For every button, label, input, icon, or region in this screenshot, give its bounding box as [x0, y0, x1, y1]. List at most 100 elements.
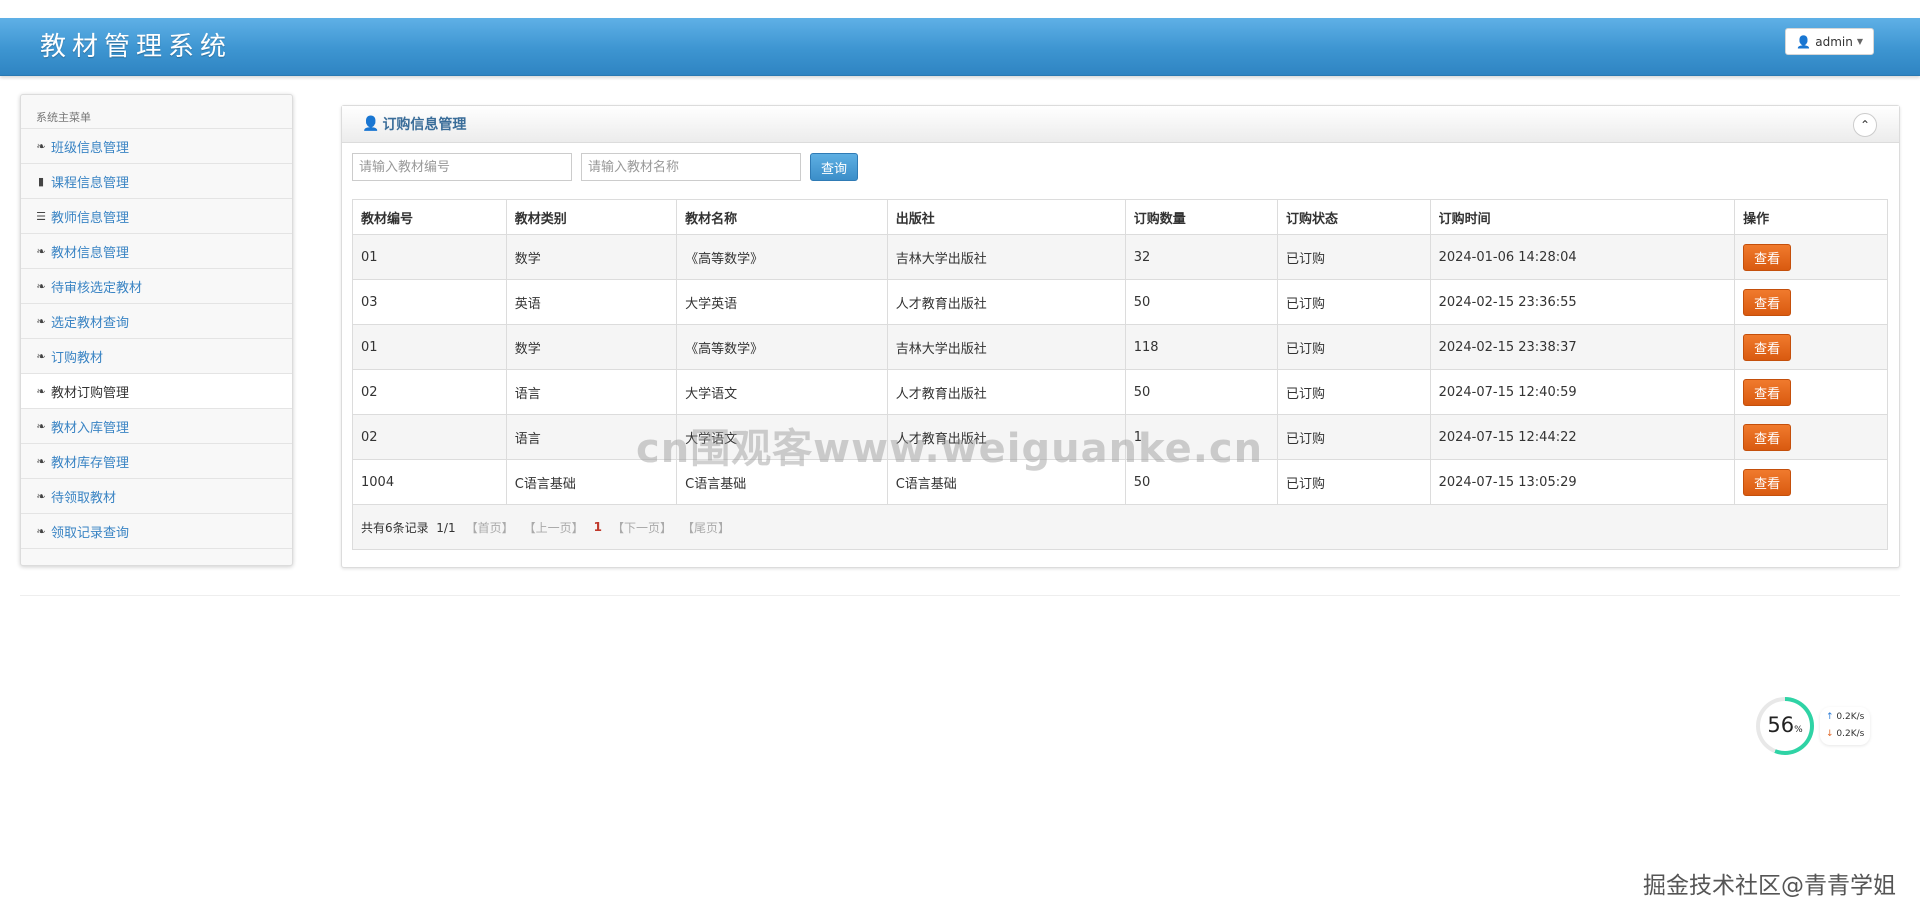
cell-qty: 50 — [1124, 279, 1279, 325]
center-watermark: cn围观客www.weiguanke.cn — [636, 426, 1264, 472]
cell-status: 已订购 — [1277, 459, 1431, 505]
orders-table: 教材编号 教材类别 教材名称 出版社 订购数量 订购状态 订购时间 操作 01 数学 《高等数学》… — [352, 199, 1888, 550]
list-icon: ☰ — [36, 209, 46, 223]
column-header: 订购时间 — [1429, 199, 1736, 235]
query-button[interactable]: 查询 — [810, 153, 858, 181]
cell-qty: 50 — [1124, 369, 1279, 415]
sidebar-item[interactable]: ❧ 待审核选定教材 — [21, 269, 292, 304]
view-button[interactable]: 查看 — [1743, 288, 1792, 316]
chevron-up-icon: ⌃ — [1859, 118, 1871, 132]
arrow-up-icon: ↑ — [1826, 712, 1834, 722]
sidebar: 系统主菜单 ❧ 班级信息管理 ▮ 课程信息管理 ☰ 教师信息管理 ❧ 教材信息管理 ❧ 待审核选定… — [20, 94, 293, 566]
cell-action: 查看 — [1734, 369, 1888, 415]
cell-time: 2024-07-15 12:44:22 — [1429, 414, 1736, 460]
top-header: 教材管理系统 👤 admin ▼ — [0, 18, 1920, 76]
column-header: 操作 — [1734, 199, 1888, 235]
first-page-link[interactable]: 【首页】 — [466, 519, 514, 536]
user-icon: 👤 — [1796, 34, 1812, 49]
sidebar-item[interactable]: ❧ 选定教材查询 — [21, 304, 292, 339]
app-title: 教材管理系统 — [40, 32, 233, 62]
cell-code: 03 — [352, 279, 507, 325]
panel-title: 订购信息管理 — [382, 117, 467, 133]
cell-time: 2024-07-15 12:40:59 — [1429, 369, 1736, 415]
cell-publisher: 人才教育出版社 — [886, 279, 1126, 325]
sidebar-item[interactable]: ☰ 教师信息管理 — [21, 199, 292, 234]
download-speed: 0.2K/s — [1836, 729, 1865, 739]
cell-publisher: 吉林大学出版社 — [886, 234, 1126, 280]
user-label: admin — [1815, 34, 1853, 49]
user-menu-button[interactable]: 👤 admin ▼ — [1785, 28, 1874, 55]
textbook-code-input[interactable] — [352, 153, 572, 181]
sidebar-item[interactable]: ❧ 领取记录查询 — [21, 514, 292, 549]
textbook-name-input[interactable] — [581, 153, 801, 181]
sidebar-item-label: 教材信息管理 — [51, 245, 130, 261]
cell-category: 语言 — [505, 369, 678, 415]
leaf-icon: ❧ — [36, 489, 46, 503]
cell-status: 已订购 — [1277, 324, 1431, 370]
usage-percent: 56 — [1767, 713, 1795, 737]
user-icon: 👤 — [362, 116, 380, 132]
cell-action: 查看 — [1734, 234, 1888, 280]
cell-time: 2024-01-06 14:28:04 — [1429, 234, 1736, 280]
percent-unit: % — [1794, 725, 1803, 735]
view-button[interactable]: 查看 — [1743, 468, 1792, 496]
cell-code: 01 — [352, 324, 507, 370]
pager-row: 共有6条记录 1/1 【首页】 【上一页】 1 【下一页】 【尾页】 — [352, 504, 1888, 550]
main-panel: 👤 订购信息管理 ⌃ 查询 教材编号教材类别教材名称出版社订购数量订购状态订购时… — [341, 105, 1900, 568]
network-speed-widget[interactable]: 56% ↑ 0.2K/s ↓ 0.2K/s — [1756, 697, 1871, 755]
prev-page-link[interactable]: 【上一页】 — [524, 519, 584, 536]
cell-status: 已订购 — [1277, 414, 1431, 460]
cell-action: 查看 — [1734, 324, 1888, 370]
divider — [20, 595, 1900, 596]
table-row: 01 数学 《高等数学》 吉林大学出版社 118 已订购 2024-02-15 23:38:… — [352, 324, 1888, 370]
cell-qty: 32 — [1124, 234, 1279, 280]
sidebar-item-label: 待领取教材 — [51, 490, 117, 506]
cell-name: 大学英语 — [676, 279, 888, 325]
sidebar-item[interactable]: ❧ 教材信息管理 — [21, 234, 292, 269]
leaf-icon: ❧ — [36, 314, 46, 328]
upload-speed: 0.2K/s — [1836, 712, 1865, 722]
column-header: 出版社 — [886, 199, 1126, 235]
sidebar-item-label: 选定教材查询 — [51, 315, 130, 331]
leaf-icon: ❧ — [36, 524, 46, 538]
cell-name: 《高等数学》 — [676, 234, 888, 280]
table-row: 03 英语 大学英语 人才教育出版社 50 已订购 2024-02-15 23:36:55 查… — [352, 279, 1888, 325]
cell-publisher: 人才教育出版社 — [886, 369, 1126, 415]
view-button[interactable]: 查看 — [1743, 333, 1792, 361]
table-row: 01 数学 《高等数学》 吉林大学出版社 32 已订购 2024-01-06 14:28:0… — [352, 234, 1888, 280]
cell-name: 《高等数学》 — [676, 324, 888, 370]
column-header: 订购数量 — [1124, 199, 1279, 235]
sidebar-item[interactable]: ❧ 教材库存管理 — [21, 444, 292, 479]
next-page-link[interactable]: 【下一页】 — [612, 519, 672, 536]
current-page[interactable]: 1 — [594, 520, 602, 534]
leaf-icon: ❧ — [36, 419, 46, 433]
collapse-button[interactable]: ⌃ — [1853, 113, 1877, 137]
cell-action: 查看 — [1734, 414, 1888, 460]
cell-name: 大学语文 — [676, 369, 888, 415]
view-button[interactable]: 查看 — [1743, 243, 1792, 271]
leaf-icon: ❧ — [36, 384, 46, 398]
view-button[interactable]: 查看 — [1743, 423, 1792, 451]
cell-action: 查看 — [1734, 459, 1888, 505]
corner-watermark: 掘金技术社区@青青学姐 — [1643, 873, 1896, 899]
last-page-link[interactable]: 【尾页】 — [682, 519, 730, 536]
table-header-row: 教材编号 教材类别 教材名称 出版社 订购数量 订购状态 订购时间 操作 — [352, 199, 1888, 235]
view-button[interactable]: 查看 — [1743, 378, 1792, 406]
sidebar-item[interactable]: ▮ 课程信息管理 — [21, 164, 292, 199]
column-header: 教材名称 — [676, 199, 888, 235]
sidebar-item-label: 教材订购管理 — [51, 385, 130, 401]
column-header: 教材类别 — [505, 199, 678, 235]
bookmark-icon: ▮ — [37, 174, 45, 188]
leaf-icon: ❧ — [36, 139, 46, 153]
sidebar-item-label: 教材库存管理 — [51, 455, 130, 471]
sidebar-item-label: 课程信息管理 — [51, 175, 130, 191]
cell-publisher: 吉林大学出版社 — [886, 324, 1126, 370]
sidebar-item[interactable]: ❧ 班级信息管理 — [21, 129, 292, 164]
sidebar-item[interactable]: ❧ 订购教材 — [21, 339, 292, 374]
sidebar-item-label: 教材入库管理 — [51, 420, 130, 436]
sidebar-item[interactable]: ❧ 教材入库管理 — [21, 409, 292, 444]
cell-time: 2024-02-15 23:38:37 — [1429, 324, 1736, 370]
sidebar-item[interactable]: ❧ 待领取教材 — [21, 479, 292, 514]
cell-qty: 118 — [1124, 324, 1279, 370]
sidebar-item[interactable]: ❧ 教材订购管理 — [21, 374, 292, 409]
